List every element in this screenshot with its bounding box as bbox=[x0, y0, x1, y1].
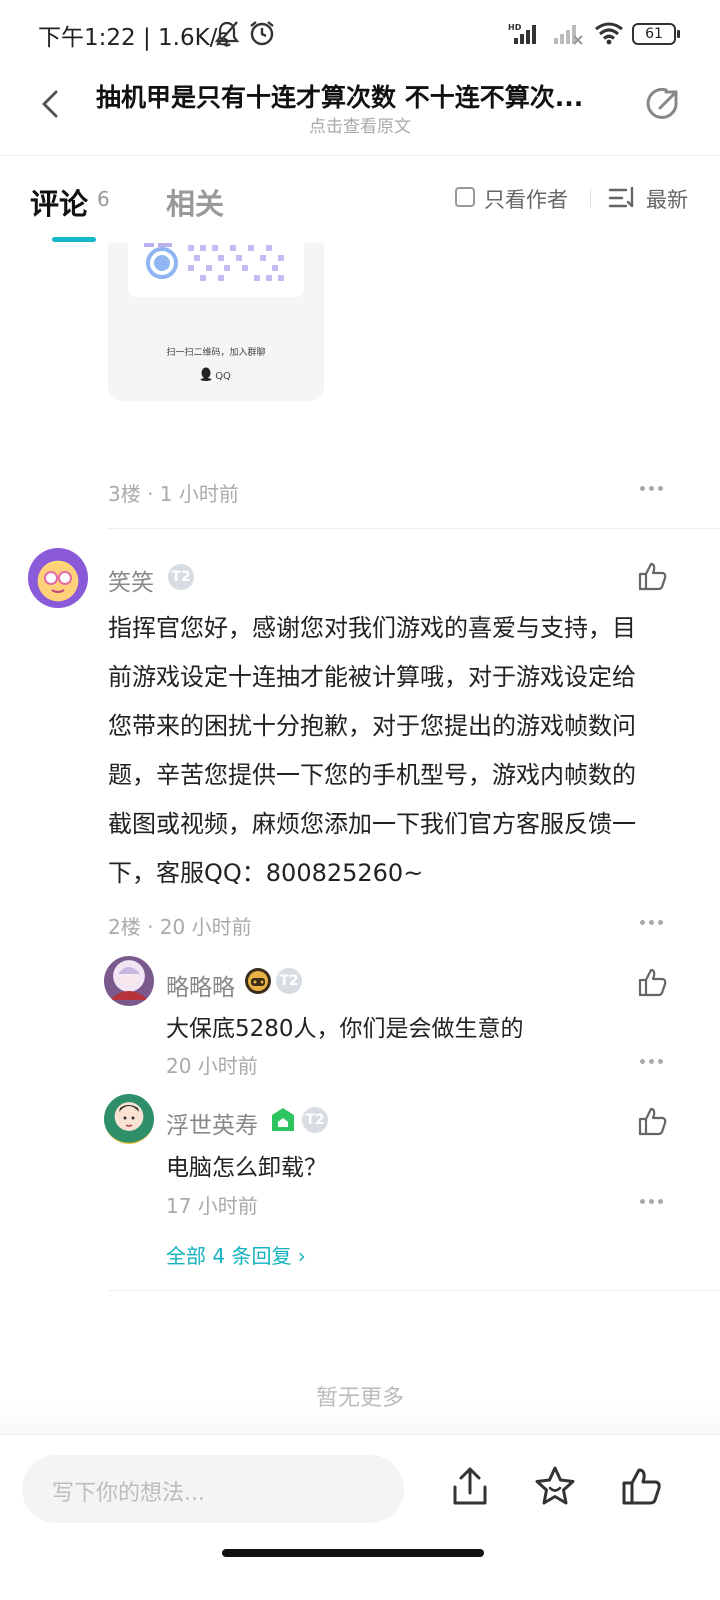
qr-caption: 扫一扫二维码，加入群聊 bbox=[166, 348, 266, 358]
author-only-checkbox[interactable] bbox=[455, 187, 475, 207]
comment-line: 您带来的困扰十分抱歉，对于您提出的游戏帧数问 bbox=[108, 712, 636, 740]
qq-brand: QQ bbox=[200, 367, 231, 382]
reply-text: 大保底5280人，你们是会做生意的 bbox=[166, 1016, 524, 1042]
comment-line: 下，客服QQ：800825260~ bbox=[108, 859, 424, 887]
svg-text:HD: HD bbox=[508, 23, 522, 32]
view-all-replies-link[interactable]: 全部 4 条回复 › bbox=[166, 1240, 306, 1269]
level-badge: T2 bbox=[168, 564, 194, 590]
game-controller-badge-icon bbox=[245, 968, 271, 994]
wifi-icon bbox=[595, 22, 623, 45]
favorite-star-icon[interactable] bbox=[534, 1465, 576, 1507]
signal-off-icon bbox=[554, 25, 583, 45]
avatar-xiaoxiao[interactable] bbox=[28, 548, 88, 608]
floor2-meta: 2楼 · 20 小时前 bbox=[108, 915, 252, 939]
tab-related[interactable]: 相关 bbox=[166, 181, 224, 223]
qr-code-panel bbox=[128, 243, 304, 297]
view-original-link[interactable]: 点击查看原文 bbox=[0, 112, 720, 137]
mute-bell-icon bbox=[214, 21, 240, 47]
share-upload-icon[interactable] bbox=[450, 1465, 490, 1507]
comment-line: 截图或视频，麻烦您添加一下我们官方客服反馈一 bbox=[108, 810, 636, 838]
comment-line: 题，辛苦您提供一下您的手机型号，游戏内帧数的 bbox=[108, 761, 636, 789]
comment-line: 前游戏设定十连抽才能被计算哦，对于游戏设定给 bbox=[108, 663, 636, 691]
avatar-image bbox=[110, 967, 148, 1000]
like-icon[interactable] bbox=[636, 560, 668, 592]
tab-indicator bbox=[52, 237, 96, 242]
comment-username[interactable]: 笑笑 bbox=[108, 563, 154, 597]
reply-more-icon[interactable] bbox=[640, 1059, 670, 1067]
bottom-action-bar: 写下你的想法... bbox=[0, 1405, 720, 1600]
alarm-icon bbox=[250, 21, 274, 46]
post-header: 抽机甲是只有十连才算次数 不十连不算次... 点击查看原文 bbox=[0, 70, 720, 156]
floor3-more-icon[interactable] bbox=[640, 486, 670, 494]
like-icon[interactable] bbox=[636, 966, 668, 998]
floor3-meta: 3楼 · 1 小时前 bbox=[108, 482, 239, 506]
post-title[interactable]: 抽机甲是只有十连才算次数 不十连不算次... bbox=[96, 78, 606, 114]
comment-input-placeholder: 写下你的想法... bbox=[52, 1481, 205, 1506]
reply-username[interactable]: 浮世英寿 bbox=[166, 1106, 258, 1140]
battery-level: 61 bbox=[645, 26, 663, 42]
tab-separator bbox=[590, 189, 591, 207]
comments-count: 6 bbox=[97, 187, 110, 211]
divider bbox=[108, 1290, 720, 1291]
level-badge: T2 bbox=[302, 1107, 328, 1133]
qr-code-pattern bbox=[144, 243, 284, 281]
comment-tabs: 评论 6 相关 只看作者 最新 bbox=[0, 157, 720, 243]
qq-penguin-icon bbox=[200, 367, 212, 381]
avatar-image bbox=[38, 561, 78, 593]
tab-comments[interactable]: 评论 bbox=[30, 181, 88, 223]
reply-username[interactable]: 略略略 bbox=[166, 968, 235, 1002]
status-time: 下午1:22 | 1.6K/s bbox=[38, 25, 230, 51]
comment-input[interactable]: 写下你的想法... bbox=[22, 1455, 404, 1523]
battery-indicator: 61 bbox=[632, 23, 680, 45]
comment-line: 指挥官您好，感谢您对我们游戏的喜爱与支持，目 bbox=[108, 614, 636, 642]
avatar-luelue[interactable] bbox=[104, 956, 154, 1006]
bottom-shade bbox=[0, 1405, 720, 1435]
avatar-image bbox=[119, 1105, 139, 1127]
sort-icon[interactable] bbox=[608, 186, 636, 210]
reply-time: 20 小时前 bbox=[166, 1054, 258, 1078]
share-icon[interactable] bbox=[644, 84, 684, 124]
floor2-more-icon[interactable] bbox=[640, 920, 670, 928]
status-bar: 下午1:22 | 1.6K/s HD 61 bbox=[0, 0, 720, 70]
avatar-fushiyingshou[interactable] bbox=[104, 1094, 154, 1144]
reply-text: 电脑怎么卸载？ bbox=[166, 1155, 327, 1181]
level-badge: T2 bbox=[276, 968, 302, 994]
signal-hd-icon: HD bbox=[508, 23, 536, 44]
home-indicator[interactable] bbox=[222, 1549, 484, 1557]
like-icon[interactable] bbox=[636, 1105, 668, 1137]
like-post-icon[interactable] bbox=[620, 1465, 662, 1507]
reply-time: 17 小时前 bbox=[166, 1194, 258, 1218]
qq-brand-text: QQ bbox=[215, 371, 231, 382]
divider bbox=[108, 528, 720, 529]
reply-more-icon[interactable] bbox=[640, 1199, 670, 1207]
green-home-badge-icon bbox=[272, 1108, 294, 1131]
sort-label[interactable]: 最新 bbox=[646, 184, 688, 214]
author-only-label[interactable]: 只看作者 bbox=[484, 184, 568, 214]
qr-code-image[interactable]: 扫一扫二维码，加入群聊 QQ bbox=[108, 243, 324, 401]
comment-body: 指挥官您好，感谢您对我们游戏的喜爱与支持，目 前游戏设定十连抽才能被计算哦，对于… bbox=[108, 604, 668, 898]
